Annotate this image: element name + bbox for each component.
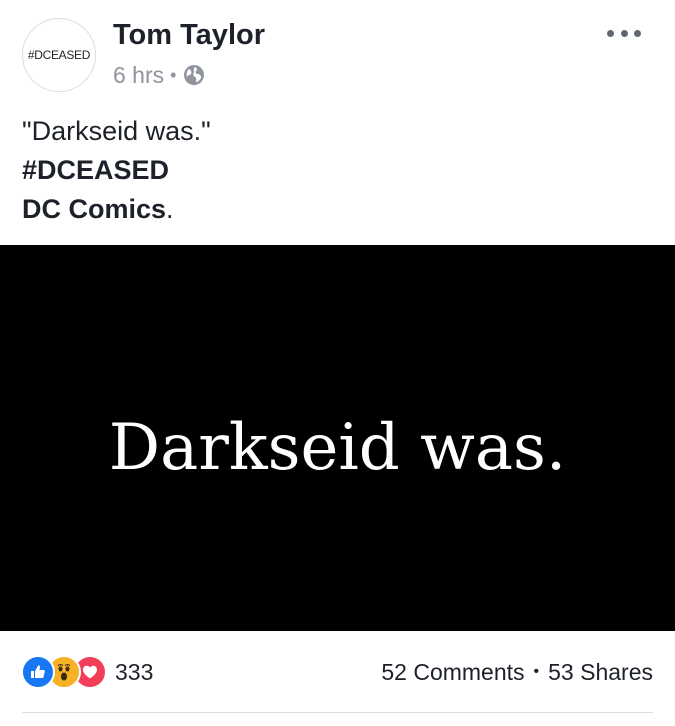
page-mention-line: DC Comics. bbox=[22, 190, 652, 229]
avatar[interactable]: #DCEASED bbox=[22, 18, 96, 92]
reaction-count: 333 bbox=[115, 658, 154, 685]
author-name[interactable]: Tom Taylor bbox=[113, 18, 265, 52]
post-body: "Darkseid was." #DCEASED DC Comics. bbox=[22, 112, 652, 229]
like-icon bbox=[21, 655, 55, 689]
more-dot bbox=[607, 29, 614, 37]
image-caption: Darkseid was. bbox=[108, 411, 567, 485]
post-meta: 6 hrs • bbox=[113, 60, 205, 90]
stats-separator: • bbox=[533, 663, 540, 680]
post-image[interactable]: Darkseid was. bbox=[0, 245, 675, 631]
globe-icon[interactable] bbox=[183, 64, 205, 86]
hashtag-link[interactable]: #DCEASED bbox=[22, 151, 652, 190]
post-footer: 333 52 Comments • 53 Shares bbox=[0, 640, 675, 702]
post-quote: "Darkseid was." bbox=[22, 116, 211, 146]
footer-divider bbox=[22, 712, 653, 713]
more-options-button[interactable] bbox=[607, 22, 641, 44]
meta-separator: • bbox=[170, 64, 177, 85]
engagement-stats: 52 Comments • 53 Shares bbox=[381, 655, 653, 689]
comments-count-link[interactable]: 52 Comments bbox=[381, 659, 524, 686]
post-header: #DCEASED Tom Taylor 6 hrs • bbox=[0, 0, 675, 110]
post-timestamp[interactable]: 6 hrs bbox=[113, 62, 164, 89]
page-mention-suffix: . bbox=[166, 194, 174, 224]
shares-count-link[interactable]: 53 Shares bbox=[548, 659, 653, 686]
avatar-label: #DCEASED bbox=[27, 48, 91, 62]
more-dot bbox=[634, 29, 641, 37]
page-mention-link[interactable]: DC Comics bbox=[22, 194, 166, 224]
more-dot bbox=[620, 29, 628, 37]
reactions-summary[interactable]: 333 bbox=[21, 655, 153, 689]
